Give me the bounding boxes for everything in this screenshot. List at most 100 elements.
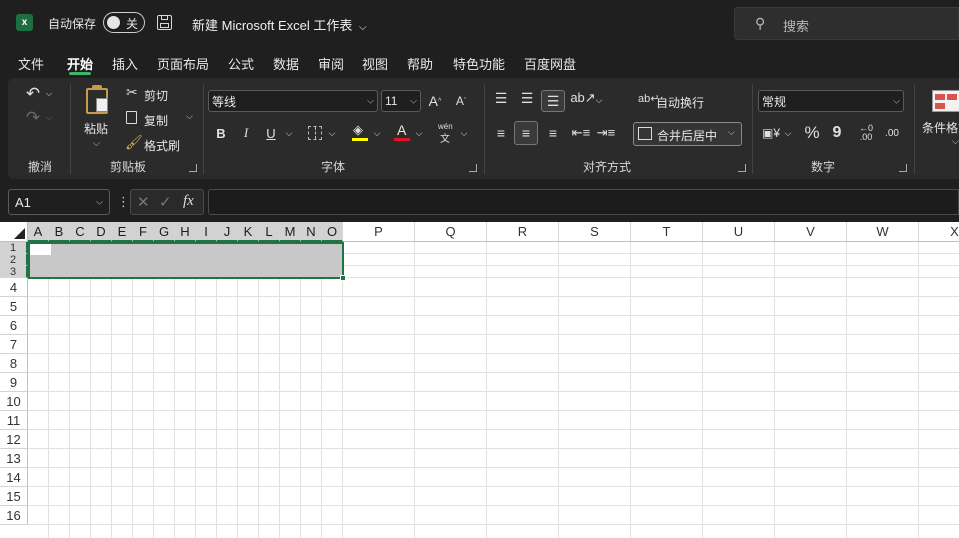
column-header-x[interactable]: X: [919, 222, 959, 242]
row-header-10[interactable]: 10: [0, 392, 28, 411]
row-header-3[interactable]: 3: [0, 266, 28, 278]
column-header-c[interactable]: C: [70, 222, 91, 242]
save-icon[interactable]: [157, 15, 172, 30]
column-header-r[interactable]: R: [487, 222, 559, 242]
increase-decimal-icon[interactable]: ←0.00: [856, 122, 876, 144]
column-header-d[interactable]: D: [91, 222, 112, 242]
row-header-16[interactable]: 16: [0, 506, 28, 525]
align-bottom-icon[interactable]: ☰: [541, 90, 565, 112]
column-header-p[interactable]: P: [343, 222, 415, 242]
tab-page-layout[interactable]: 页面布局: [157, 54, 209, 73]
formula-input[interactable]: [208, 189, 959, 215]
column-header-u[interactable]: U: [703, 222, 775, 242]
column-header-t[interactable]: T: [631, 222, 703, 242]
column-header-s[interactable]: S: [559, 222, 631, 242]
tab-home[interactable]: 开始: [67, 54, 93, 73]
phonetic-button[interactable]: wén 文: [436, 122, 460, 145]
decrease-indent-icon[interactable]: ⇤≡: [570, 123, 592, 143]
document-title[interactable]: 新建 Microsoft Excel 工作表 ⌵: [192, 15, 367, 34]
increase-font-size-button[interactable]: A ^: [425, 90, 445, 112]
copy-button[interactable]: 复制 ⌵: [124, 109, 194, 129]
row-header-5[interactable]: 5: [0, 297, 28, 316]
more-options-icon[interactable]: ⋮: [117, 194, 130, 210]
comma-style-button[interactable]: 9: [827, 122, 847, 144]
select-all-corner[interactable]: [0, 222, 28, 242]
font-launcher-icon[interactable]: [469, 164, 477, 172]
insert-function-button[interactable]: fx: [183, 193, 194, 210]
underline-button[interactable]: U: [262, 123, 280, 143]
paste-button[interactable]: 粘贴 ⌵: [80, 84, 114, 152]
column-header-h[interactable]: H: [175, 222, 196, 242]
chevron-down-icon[interactable]: ⌵: [594, 92, 604, 108]
merge-center-button[interactable]: 合并后居中 ⌵: [633, 122, 742, 146]
font-size-select[interactable]: 11 ⌵: [381, 90, 421, 112]
column-header-g[interactable]: G: [154, 222, 175, 242]
undo-dropdown-icon[interactable]: ⌵: [44, 88, 54, 100]
tab-view[interactable]: 视图: [362, 54, 388, 73]
column-header-b[interactable]: B: [49, 222, 70, 242]
row-header-1[interactable]: 1: [0, 242, 28, 254]
chevron-down-icon[interactable]: ⌵: [459, 125, 469, 141]
column-header-i[interactable]: I: [196, 222, 217, 242]
column-header-e[interactable]: E: [112, 222, 133, 242]
decrease-decimal-button[interactable]: .00: [881, 122, 903, 144]
bold-button[interactable]: B: [212, 123, 230, 143]
row-header-7[interactable]: 7: [0, 335, 28, 354]
column-header-j[interactable]: J: [217, 222, 238, 242]
font-color-button[interactable]: A: [392, 122, 414, 144]
fill-color-button[interactable]: ◈: [350, 122, 372, 144]
column-header-w[interactable]: W: [847, 222, 919, 242]
row-header-11[interactable]: 11: [0, 411, 28, 430]
number-format-select[interactable]: 常规 ⌵: [758, 90, 904, 112]
chevron-down-icon[interactable]: ⌵: [372, 125, 382, 141]
italic-button[interactable]: I: [237, 123, 255, 143]
number-launcher-icon[interactable]: [899, 164, 907, 172]
row-header-2[interactable]: 2: [0, 254, 28, 266]
row-header-9[interactable]: 9: [0, 373, 28, 392]
percent-button[interactable]: %: [802, 122, 822, 144]
column-header-a[interactable]: A: [28, 222, 49, 242]
column-header-n[interactable]: N: [301, 222, 322, 242]
row-header-4[interactable]: 4: [0, 278, 28, 297]
tab-help[interactable]: 帮助: [407, 54, 433, 73]
worksheet-grid[interactable]: ABCDEFGHIJKLMNOPQRSTUVWX 1 2 3 4 5 6 7 8 9 10 11 12…: [0, 222, 959, 538]
active-cell[interactable]: [30, 244, 51, 255]
align-right-icon[interactable]: ≡: [543, 123, 563, 143]
row-header-15[interactable]: 15: [0, 487, 28, 506]
tab-data[interactable]: 数据: [273, 54, 299, 73]
align-center-icon[interactable]: ≡: [514, 121, 538, 145]
tab-special[interactable]: 特色功能: [453, 54, 505, 73]
increase-indent-icon[interactable]: ⇥≡: [595, 123, 617, 143]
align-top-icon[interactable]: ☰: [491, 88, 511, 108]
tab-insert[interactable]: 插入: [112, 54, 138, 73]
row-header-13[interactable]: 13: [0, 449, 28, 468]
tab-baidu-netdisk[interactable]: 百度网盘: [524, 54, 576, 73]
decrease-font-size-button[interactable]: Aˇ: [451, 90, 471, 112]
undo-icon[interactable]: ↶: [22, 84, 44, 104]
row-header-14[interactable]: 14: [0, 468, 28, 487]
tab-file[interactable]: 文件: [18, 54, 44, 73]
wrap-text-button[interactable]: ab↵ 自动换行: [638, 90, 728, 112]
column-header-k[interactable]: K: [238, 222, 259, 242]
conditional-format-button[interactable]: 条件格式 ⌵: [920, 86, 959, 156]
format-painter-button[interactable]: 🖌 格式刷: [124, 134, 194, 154]
borders-icon[interactable]: [308, 126, 322, 140]
alignment-launcher-icon[interactable]: [738, 164, 746, 172]
column-header-f[interactable]: F: [133, 222, 154, 242]
tab-formulas[interactable]: 公式: [228, 54, 254, 73]
tab-review[interactable]: 审阅: [318, 54, 344, 73]
clipboard-launcher-icon[interactable]: [189, 164, 197, 172]
orientation-icon[interactable]: ab↗: [570, 88, 595, 108]
column-header-v[interactable]: V: [775, 222, 847, 242]
font-name-select[interactable]: 等线 ⌵: [208, 90, 378, 112]
column-header-l[interactable]: L: [259, 222, 280, 242]
row-header-8[interactable]: 8: [0, 354, 28, 373]
column-header-q[interactable]: Q: [415, 222, 487, 242]
chevron-down-icon[interactable]: ⌵: [327, 125, 337, 141]
name-box[interactable]: A1 ⌵: [8, 189, 110, 215]
column-header-m[interactable]: M: [280, 222, 301, 242]
align-middle-icon[interactable]: ☰: [517, 88, 537, 108]
align-left-icon[interactable]: ≡: [491, 123, 511, 143]
selected-range[interactable]: [28, 242, 344, 279]
search-box[interactable]: ⚲ 搜索: [734, 7, 959, 40]
